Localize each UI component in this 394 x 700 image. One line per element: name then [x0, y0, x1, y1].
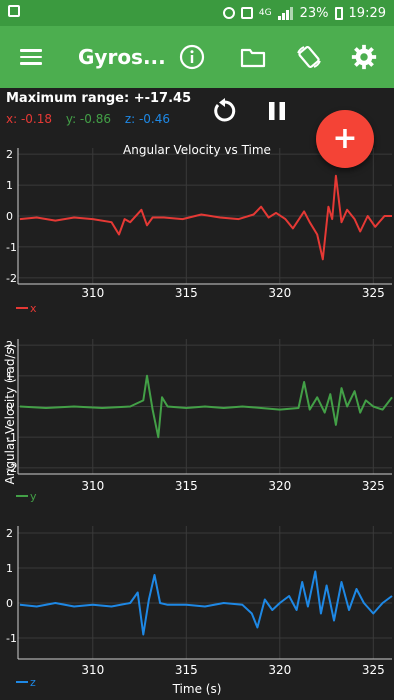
battery-percent: 23% [299, 5, 329, 21]
y-tick-label: -1 [6, 632, 17, 645]
gear-icon[interactable] [350, 43, 378, 71]
plus-icon: + [332, 121, 358, 156]
x-tick-label: 310 [81, 286, 104, 300]
y-tick-label: 1 [6, 179, 13, 192]
notification-icon [8, 5, 20, 21]
y-tick-label: -1 [6, 241, 17, 254]
mail-icon [240, 7, 253, 19]
chart-title: Angular Velocity vs Time [123, 143, 271, 157]
status-bar-right: 4G 23% 19:29 [222, 5, 386, 21]
app-bar: Gyros... [0, 26, 394, 88]
z-value: z: -0.46 [124, 112, 171, 126]
x-tick-label: 325 [362, 286, 385, 300]
x-tick-label: 310 [81, 663, 104, 677]
legend-label-z: z [30, 676, 36, 689]
y-tick-label: 2 [6, 527, 13, 540]
alarm-icon [222, 7, 235, 19]
reset-icon[interactable] [210, 96, 240, 126]
clock: 19:29 [348, 5, 386, 21]
y-value: y: -0.86 [65, 112, 111, 126]
x-tick-label: 320 [268, 479, 291, 493]
pause-icon[interactable] [262, 96, 292, 126]
y-tick-label: -2 [6, 272, 17, 285]
app-title: Gyros... [78, 45, 166, 69]
x-value: x: -0.18 [6, 112, 53, 126]
angular-velocity-chart: 2 1 0 -1 -2 310 315 320 325 x 2 1 0 -1 -2 310 315 320 325 y… [0, 134, 394, 700]
x-axis-label: Time (s) [172, 682, 222, 696]
x-tick-label: 315 [175, 663, 198, 677]
x-tick-label: 315 [175, 286, 198, 300]
add-fab-button[interactable]: + [316, 110, 374, 168]
chart-svg: 210-1-2310 315 320 325x210-1-2310 315 320 325y… [3, 143, 393, 696]
x-tick-label: 320 [268, 663, 291, 677]
current-values: x: -0.18 y: -0.86 z: -0.46 [6, 112, 180, 126]
x-tick-label: 325 [362, 663, 385, 677]
y-tick-label: 0 [6, 597, 13, 610]
battery-icon [334, 6, 343, 20]
network-label: 4G [258, 8, 272, 18]
folder-icon[interactable] [239, 43, 267, 71]
x-tick-label: 315 [175, 479, 198, 493]
signal-icon [277, 6, 293, 20]
legend-label-y: y [30, 490, 37, 503]
y-tick-label: 0 [6, 210, 13, 223]
x-tick-label: 325 [362, 479, 385, 493]
menu-icon[interactable] [20, 49, 42, 65]
rotate-screen-icon[interactable] [295, 43, 323, 71]
download-notification-icon [8, 5, 20, 17]
y-tick-label: 2 [6, 148, 13, 161]
x-tick-label: 310 [81, 479, 104, 493]
info-icon[interactable] [178, 43, 206, 71]
y-tick-label: 1 [6, 562, 13, 575]
max-range-label: Maximum range: +-17.45 [6, 91, 192, 106]
status-bar: 4G 23% 19:29 [0, 0, 394, 26]
legend-label-x: x [30, 302, 37, 315]
y-axis-label: Angular Velocity (rad/s) [3, 344, 17, 485]
x-tick-label: 320 [268, 286, 291, 300]
